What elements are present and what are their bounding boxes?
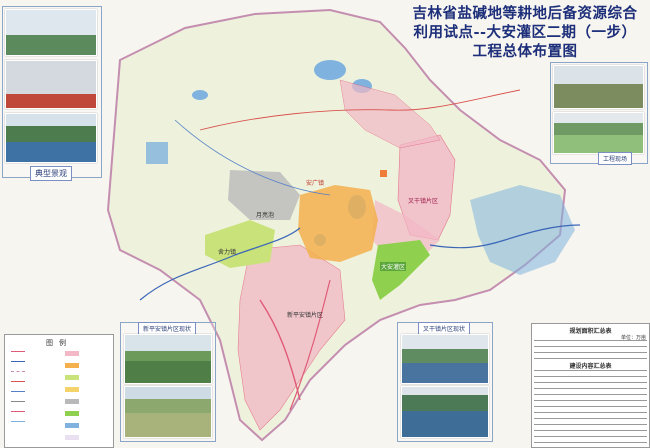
legend-swatch-3 xyxy=(11,371,25,377)
legend-swatch-10 xyxy=(65,363,79,368)
label-center-district: 安广镇 xyxy=(306,180,325,187)
photo-bottom-left-1 xyxy=(124,334,212,384)
legend-swatch-4 xyxy=(11,381,25,387)
label-lake: 月亮泡 xyxy=(256,212,275,219)
photo-left-2 xyxy=(5,60,97,109)
table-rule-8 xyxy=(534,388,647,389)
table-rule-5 xyxy=(534,370,647,371)
legend-panel: 图例 xyxy=(4,334,114,448)
table-rule-2 xyxy=(534,346,647,347)
legend-title: 图例 xyxy=(46,339,72,347)
legend-swatch-2 xyxy=(11,361,25,367)
legend-swatch-1 xyxy=(11,351,25,357)
map-canvas: 吉林省盐碱地等耕地后备资源综合 利用试点--大安灌区二期（一步） 工程总体布置图… xyxy=(0,0,650,448)
map-title: 吉林省盐碱地等耕地后备资源综合 利用试点--大安灌区二期（一步） 工程总体布置图 xyxy=(404,4,646,61)
table-rule-14 xyxy=(534,424,647,425)
legend-swatch-14 xyxy=(65,411,79,416)
photo-right-1 xyxy=(553,65,644,109)
table-rule-10 xyxy=(534,400,647,401)
table-rule-6 xyxy=(534,376,647,377)
photo-left-1 xyxy=(5,9,97,56)
legend-swatch-9 xyxy=(65,351,79,356)
legend-swatch-8 xyxy=(11,421,25,427)
legend-swatch-13 xyxy=(65,399,79,404)
legend-swatch-7 xyxy=(11,411,25,417)
table-rule-15 xyxy=(534,430,647,431)
table-rule-4 xyxy=(534,358,647,359)
map-title-line-3: 工程总体布置图 xyxy=(472,43,578,60)
facility-marker xyxy=(380,170,387,177)
table-rule-12 xyxy=(534,412,647,413)
caption-left-photos: 典型景观 xyxy=(30,166,72,181)
town-zone xyxy=(298,185,378,262)
photo-bottom-left-2 xyxy=(124,386,212,438)
table-rule-17 xyxy=(534,442,647,443)
photo-left-3 xyxy=(5,113,97,163)
photo-right-2 xyxy=(553,112,644,154)
photo-bottom-right-1 xyxy=(401,334,489,384)
table-rule-13 xyxy=(534,418,647,419)
content-table-title: 建设内容汇总表 xyxy=(569,363,612,370)
table-rule-3 xyxy=(534,352,647,353)
legend-swatch-15 xyxy=(65,423,79,428)
photo-bottom-right-2 xyxy=(401,386,489,438)
table-rule-11 xyxy=(534,406,647,407)
legend-swatch-5 xyxy=(11,391,25,397)
legend-swatch-11 xyxy=(65,375,79,380)
legend-swatch-12 xyxy=(65,387,79,392)
label-west-district: 舍力镇 xyxy=(218,249,237,256)
table-rule-7 xyxy=(534,382,647,383)
legend-swatch-6 xyxy=(11,401,25,407)
table-rule-16 xyxy=(534,436,647,437)
caption-right-photos: 工程现场 xyxy=(598,152,633,165)
label-south-district: 新平安镇片区 xyxy=(287,312,324,319)
legend-swatch-16 xyxy=(65,435,79,440)
table-rule-9 xyxy=(534,394,647,395)
lake-northwest xyxy=(192,90,208,100)
lake-west xyxy=(146,142,168,164)
summary-table: 规划面积汇总表 单位：万亩 建设内容汇总表 xyxy=(531,323,650,448)
table-rule-1 xyxy=(534,340,647,341)
map-title-line-1: 吉林省盐碱地等耕地后备资源综合 xyxy=(412,5,638,22)
label-east-area: 大安灌区 xyxy=(380,262,407,271)
lake-north xyxy=(314,60,346,80)
map-title-line-2: 利用试点--大安灌区二期（一步） xyxy=(413,24,637,41)
label-east-district: 叉干镇片区 xyxy=(408,198,439,205)
